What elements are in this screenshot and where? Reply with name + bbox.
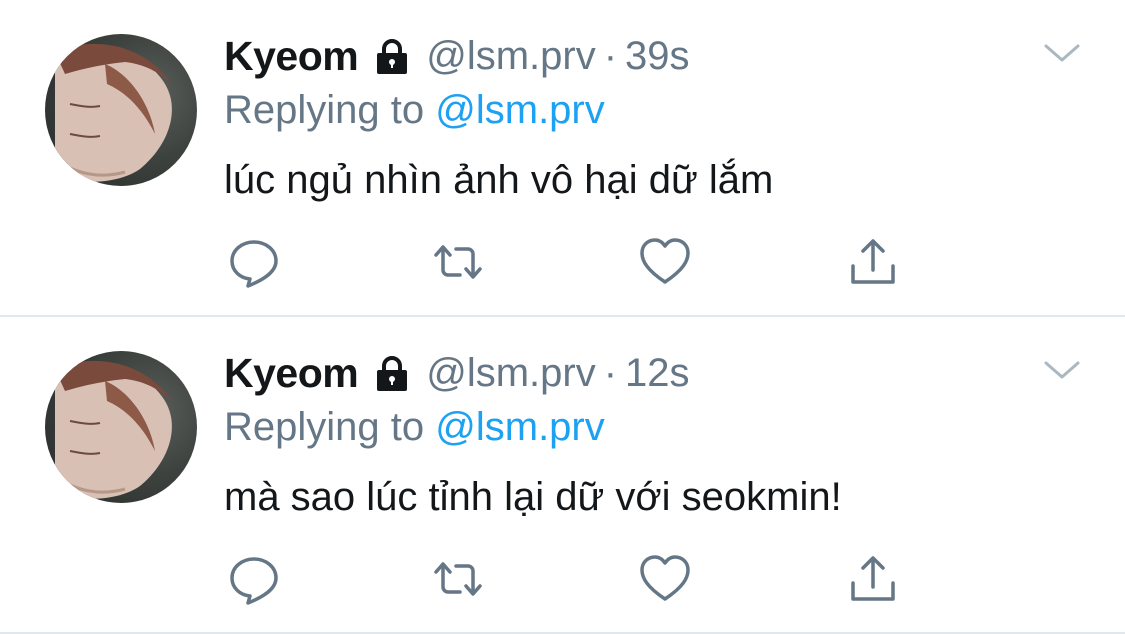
chevron-down-icon[interactable] (1040, 355, 1084, 385)
retweet-button[interactable] (430, 234, 486, 290)
share-icon (851, 239, 895, 284)
handle[interactable]: @lsm.prv (426, 34, 596, 79)
display-name[interactable]: Kyeom (224, 350, 359, 397)
chevron-down-icon[interactable] (1040, 38, 1084, 68)
separator: · (603, 350, 618, 395)
retweet-button[interactable] (430, 551, 486, 607)
reply-button[interactable] (226, 551, 282, 607)
retweet-icon (434, 562, 482, 596)
avatar[interactable] (45, 34, 197, 186)
like-button[interactable] (637, 234, 693, 290)
like-button[interactable] (637, 551, 693, 607)
tweet[interactable]: Kyeom @lsm.prv · 39s Replying to @lsm.pr… (0, 0, 1125, 316)
handle[interactable]: @lsm.prv (426, 351, 596, 396)
share-button[interactable] (845, 551, 901, 607)
tweet-header: Kyeom @lsm.prv · 39s (224, 30, 690, 82)
retweet-icon (434, 245, 482, 279)
display-name[interactable]: Kyeom (224, 33, 359, 80)
tweet-header: Kyeom @lsm.prv · 12s (224, 347, 690, 399)
tweet-text: lúc ngủ nhìn ảnh vô hại dữ lắm (224, 158, 774, 202)
tweet-actions (0, 234, 1125, 294)
tweet[interactable]: Kyeom @lsm.prv · 12s Replying to @lsm.pr… (0, 317, 1125, 633)
timestamp[interactable]: 39s (625, 34, 690, 79)
replying-to-line: Replying to @lsm.prv (224, 405, 605, 450)
replying-to-line: Replying to @lsm.prv (224, 88, 605, 133)
reply-icon (230, 240, 278, 288)
reply-button[interactable] (226, 234, 282, 290)
replying-prefix: Replying to (224, 88, 425, 132)
timestamp[interactable]: 12s (625, 351, 690, 396)
separator: · (603, 33, 618, 78)
tweet-actions (0, 551, 1125, 611)
share-icon (851, 556, 895, 601)
reply-mention-link[interactable]: @lsm.prv (435, 405, 605, 449)
avatar[interactable] (45, 351, 197, 503)
reply-icon (230, 557, 278, 605)
heart-icon (640, 238, 690, 284)
tweet-text: mà sao lúc tỉnh lại dữ với seokmin! (224, 475, 842, 519)
heart-icon (640, 555, 690, 601)
lock-icon (372, 353, 412, 393)
share-button[interactable] (845, 234, 901, 290)
lock-icon (372, 36, 412, 76)
reply-mention-link[interactable]: @lsm.prv (435, 88, 605, 132)
replying-prefix: Replying to (224, 405, 425, 449)
